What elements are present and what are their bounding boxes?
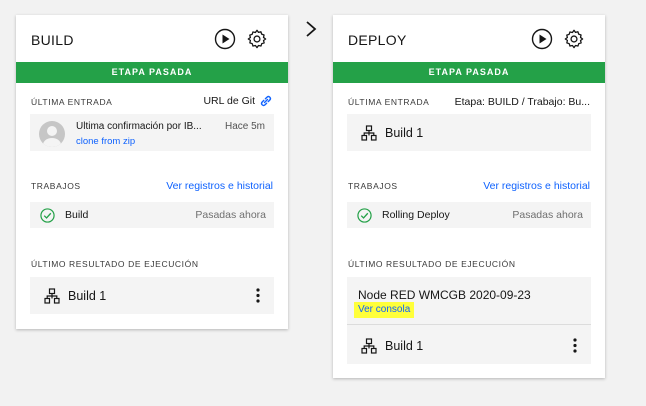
last-result-tile: Node RED WMCGB 2020-09-23 Ver consola Bu…: [347, 277, 591, 364]
play-icon: [214, 28, 236, 50]
build-hierarchy-icon: [361, 125, 377, 141]
stage-title: BUILD: [31, 32, 74, 48]
result-build-name[interactable]: Build 1: [385, 339, 423, 353]
result-title: Node RED WMCGB 2020-09-23: [358, 288, 531, 302]
build-hierarchy-icon: [361, 338, 377, 354]
run-stage-button[interactable]: [214, 28, 236, 50]
result-build-name[interactable]: Build 1: [68, 289, 106, 303]
commit-time: Hace 5m: [224, 121, 265, 132]
view-logs-link[interactable]: Ver registros e historial: [166, 180, 273, 192]
user-avatar-icon: [43, 126, 61, 147]
stage-header: BUILD: [16, 15, 288, 62]
job-name: Build: [65, 209, 89, 221]
run-stage-button[interactable]: [531, 28, 553, 50]
stage-card-deploy: DEPLOY ETAPA PASADA ÚLTIMA ENTRADA Etapa…: [333, 15, 605, 378]
last-input-label: ÚLTIMA ENTRADA: [348, 97, 430, 107]
input-build-name: Build 1: [385, 126, 424, 140]
chevron-right-icon: [306, 21, 317, 37]
commit-message: Última confirmación por IB...: [76, 121, 202, 132]
commit-source-link[interactable]: clone from zip: [76, 136, 135, 147]
input-build-tile[interactable]: Build 1: [347, 114, 591, 151]
view-console-link[interactable]: Ver consola: [354, 302, 415, 318]
stage-settings-button[interactable]: [246, 28, 268, 50]
gear-icon: [247, 29, 267, 49]
kebab-menu-icon: [573, 337, 577, 353]
check-circle-icon: [40, 208, 55, 223]
build-hierarchy-icon: [44, 288, 60, 304]
overflow-menu-button[interactable]: [569, 337, 581, 353]
link-icon: [260, 95, 272, 107]
job-row[interactable]: Rolling Deploy Pasadas ahora: [347, 202, 591, 228]
overflow-menu-button[interactable]: [252, 287, 264, 303]
last-commit-tile: Última confirmación por IB... Hace 5m cl…: [30, 114, 274, 151]
stage-card-build: BUILD ETAPA PASADA ÚLTIMA ENTRADA URL de…: [16, 15, 288, 329]
check-circle-icon: [357, 208, 372, 223]
job-status: Pasadas ahora: [195, 209, 266, 221]
stage-status-bar: ETAPA PASADA: [16, 62, 288, 83]
kebab-menu-icon: [256, 287, 260, 303]
stage-settings-button[interactable]: [563, 28, 585, 50]
job-status: Pasadas ahora: [512, 209, 583, 221]
last-result-label: ÚLTIMO RESULTADO DE EJECUCIÓN: [31, 259, 199, 269]
input-source-summary: Etapa: BUILD / Trabajo: Bu...: [454, 96, 590, 108]
last-result-label: ÚLTIMO RESULTADO DE EJECUCIÓN: [348, 259, 516, 269]
git-url-label: URL de Git: [203, 95, 255, 107]
avatar: [39, 121, 65, 147]
job-name: Rolling Deploy: [382, 209, 450, 221]
jobs-label: TRABAJOS: [348, 181, 398, 191]
jobs-label: TRABAJOS: [31, 181, 81, 191]
last-input-label: ÚLTIMA ENTRADA: [31, 97, 113, 107]
stage-header: DEPLOY: [333, 15, 605, 62]
stage-status-bar: ETAPA PASADA: [333, 62, 605, 83]
stage-title: DEPLOY: [348, 32, 407, 48]
divider: [347, 324, 591, 325]
gear-icon: [564, 29, 584, 49]
view-logs-link[interactable]: Ver registros e historial: [483, 180, 590, 192]
last-result-tile: Build 1: [30, 277, 274, 314]
git-url-link[interactable]: URL de Git: [203, 95, 273, 107]
play-icon: [531, 28, 553, 50]
job-row[interactable]: Build Pasadas ahora: [30, 202, 274, 228]
